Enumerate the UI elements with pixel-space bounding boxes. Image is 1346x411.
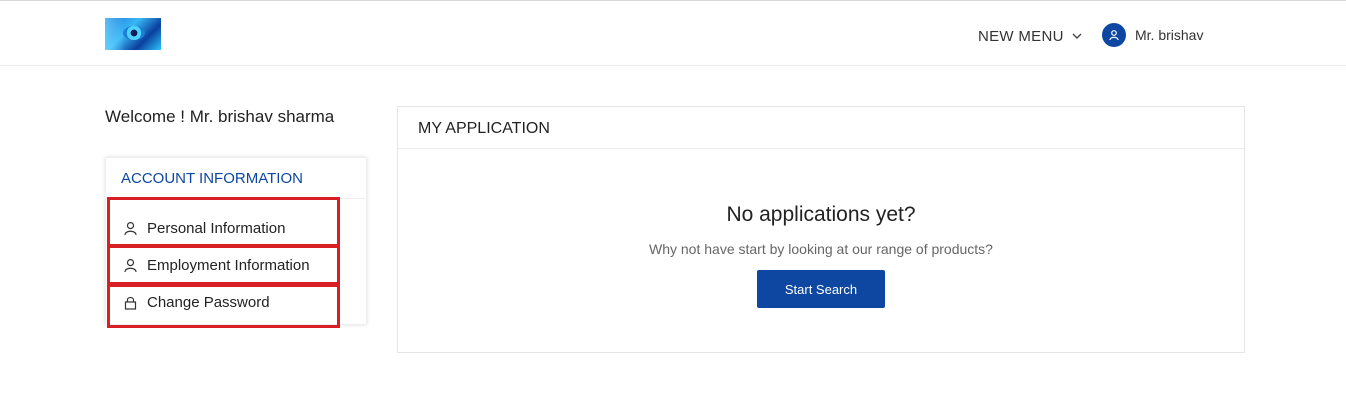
- site-header: NEW MENU Mr. brishav: [0, 3, 1346, 66]
- user-icon: [1109, 30, 1119, 41]
- personal-information-link[interactable]: Personal Information: [123, 220, 285, 237]
- change-password-link[interactable]: Change Password: [123, 294, 270, 311]
- new-menu-label: NEW MENU: [978, 27, 1064, 45]
- user-icon: [124, 258, 137, 273]
- user-name: Mr. brishav: [1135, 27, 1204, 43]
- lock-icon: [124, 296, 137, 310]
- empty-state-title: No applications yet?: [726, 203, 916, 226]
- account-information-card: ACCOUNT INFORMATION Personal Information…: [105, 157, 367, 325]
- welcome-text: Welcome ! Mr. brishav sharma: [105, 107, 335, 126]
- user-menu[interactable]: Mr. brishav: [1102, 23, 1203, 47]
- start-search-button[interactable]: Start Search: [757, 270, 885, 308]
- logo[interactable]: [105, 18, 161, 50]
- my-application-title: MY APPLICATION: [398, 107, 1244, 149]
- new-menu-dropdown[interactable]: NEW MENU: [978, 25, 1084, 47]
- employment-information-label: Employment Information: [147, 257, 310, 274]
- change-password-label: Change Password: [147, 294, 270, 311]
- personal-information-label: Personal Information: [147, 220, 286, 237]
- chevron-down-icon: [1072, 33, 1082, 39]
- logo-glow: [105, 18, 125, 50]
- employment-information-link[interactable]: Employment Information: [123, 257, 310, 274]
- empty-state-subtitle: Why not have start by looking at our ran…: [649, 241, 993, 257]
- eye-icon: [123, 26, 145, 40]
- account-information-title: ACCOUNT INFORMATION: [106, 158, 366, 199]
- user-icon: [124, 221, 137, 236]
- my-application-card: MY APPLICATION No applications yet? Why …: [397, 106, 1245, 353]
- user-avatar: [1102, 23, 1126, 47]
